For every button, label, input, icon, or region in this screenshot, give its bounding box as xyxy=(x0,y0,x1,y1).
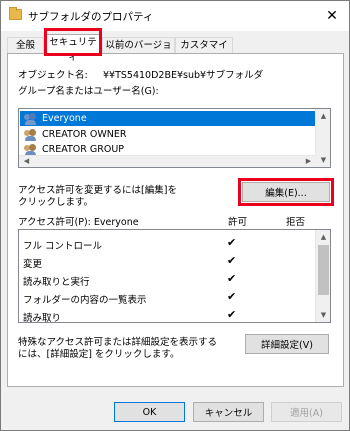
permission-row: 読み取りと実行 ✔ xyxy=(19,271,316,289)
scroll-down-icon[interactable]: ▼ xyxy=(316,153,330,167)
permissions-vertical-scrollbar[interactable]: ▲ ▼ xyxy=(315,230,330,322)
list-item[interactable]: Everyone xyxy=(20,111,316,126)
object-name-label: オブジェクト名: xyxy=(18,70,88,81)
user-name: CREATOR GROUP xyxy=(42,144,125,155)
allow-check-icon: ✔ xyxy=(227,254,237,267)
permission-name: 読み取りと実行 xyxy=(23,277,90,288)
ok-button[interactable]: OK xyxy=(114,402,185,422)
list-item[interactable]: CREATOR OWNER xyxy=(20,127,316,142)
users-vertical-scrollbar[interactable]: ▲ ▼ xyxy=(315,109,330,167)
scroll-left-icon[interactable]: ◀ xyxy=(19,155,34,167)
object-name-value: ¥¥TS5410D2BE¥sub¥サブフォルダ xyxy=(103,70,264,81)
security-tab-highlight xyxy=(44,28,102,56)
permission-name: フル コントロール xyxy=(23,241,103,252)
permissions-list: フル コントロール ✔ 変更 ✔ 読み取りと実行 ✔ フォルダーの内容の一覧表示… xyxy=(18,229,331,323)
permission-row: 読み取り ✔ xyxy=(19,307,316,323)
scroll-down-icon[interactable]: ▼ xyxy=(316,308,330,322)
permission-name: 読み取り xyxy=(23,313,62,323)
allow-check-icon: ✔ xyxy=(227,308,237,321)
user-group-icon xyxy=(24,112,38,125)
tab-general[interactable]: 全般 xyxy=(7,37,44,54)
advanced-hint-line2: には、[詳細設定] をクリックします。 xyxy=(18,349,180,360)
user-name: CREATOR OWNER xyxy=(42,129,127,140)
deny-column-header: 拒否 xyxy=(286,217,306,228)
permission-name: フォルダーの内容の一覧表示 xyxy=(23,295,147,306)
allow-column-header: 許可 xyxy=(228,217,248,228)
users-horizontal-scrollbar[interactable]: ◀ ▶ xyxy=(19,155,316,167)
groups-label: グループ名またはユーザー名(G): xyxy=(18,86,159,97)
change-hint-line2: クリックします。 xyxy=(18,197,94,208)
allow-check-icon: ✔ xyxy=(227,290,237,303)
permission-row: フル コントロール ✔ xyxy=(19,235,316,253)
user-name: Everyone xyxy=(42,113,87,124)
edit-button-highlight xyxy=(238,178,334,206)
permission-name: 変更 xyxy=(23,259,43,270)
scroll-up-icon[interactable]: ▲ xyxy=(316,109,330,123)
cancel-button[interactable]: キャンセル xyxy=(193,402,264,422)
allow-check-icon: ✔ xyxy=(227,236,237,249)
scroll-thumb[interactable] xyxy=(318,245,329,295)
scroll-right-icon[interactable]: ▶ xyxy=(301,155,316,167)
user-group-icon xyxy=(24,128,38,141)
apply-button[interactable]: 適用(A) xyxy=(271,402,342,422)
properties-dialog: サブフォルダのプロパティ ✕ 全般 セキュリティ 以前のバージョン カスタマイズ… xyxy=(0,0,350,431)
advanced-button[interactable]: 詳細設定(V) xyxy=(245,334,329,354)
tab-customize[interactable]: カスタマイズ xyxy=(175,37,233,66)
permissions-label: アクセス許可(P): Everyone xyxy=(18,217,139,228)
permission-row: 変更 ✔ xyxy=(19,253,316,271)
folder-icon xyxy=(9,7,22,20)
users-listbox[interactable]: Everyone CREATOR OWNER CREATOR GROUP ▲ ▼… xyxy=(18,108,331,168)
close-button[interactable]: ✕ xyxy=(315,1,349,30)
permission-row: フォルダーの内容の一覧表示 ✔ xyxy=(19,289,316,307)
allow-check-icon: ✔ xyxy=(227,272,237,285)
scroll-up-icon[interactable]: ▲ xyxy=(316,230,330,244)
window-title: サブフォルダのプロパティ xyxy=(28,11,154,23)
user-group-icon xyxy=(24,143,38,156)
title-bar: サブフォルダのプロパティ ✕ xyxy=(1,1,349,31)
tab-previous-versions[interactable]: 以前のバージョン xyxy=(102,37,175,66)
